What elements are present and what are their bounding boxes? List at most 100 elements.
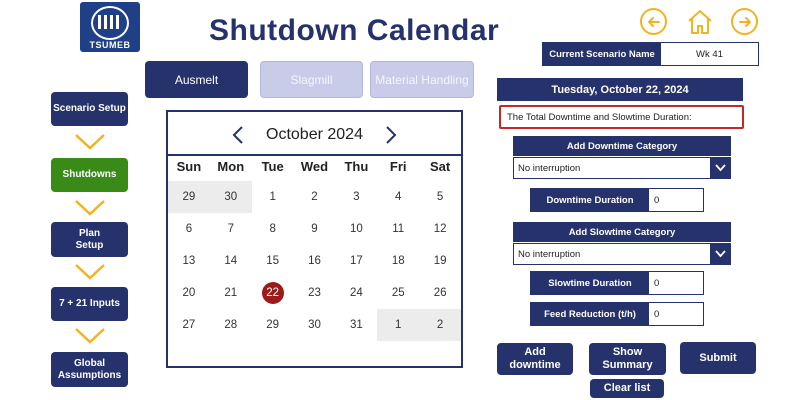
slowtime-category-dropdown[interactable]: No interruption bbox=[513, 243, 731, 265]
chevron-left-icon[interactable] bbox=[228, 124, 248, 146]
tab-slagmill[interactable]: Slagmill bbox=[260, 61, 363, 98]
calendar-day[interactable]: 10 bbox=[335, 213, 377, 245]
calendar-day-number: 30 bbox=[224, 191, 238, 203]
calendar-day[interactable]: 20 bbox=[168, 277, 210, 309]
scenario-name-display: Current Scenario Name Wk 41 bbox=[542, 42, 759, 66]
calendar-day[interactable]: 30 bbox=[209, 181, 252, 213]
calendar-day[interactable]: 18 bbox=[377, 245, 419, 277]
add-downtime-button[interactable]: Add downtime bbox=[497, 343, 573, 375]
calendar-day[interactable]: 30 bbox=[294, 309, 336, 341]
feed-reduction-input[interactable]: 0 bbox=[649, 303, 703, 325]
calendar-day[interactable]: 25 bbox=[377, 277, 419, 309]
calendar-day[interactable]: 7 bbox=[210, 213, 252, 245]
calendar-day-number: 13 bbox=[182, 255, 196, 267]
calendar-day-number: 7 bbox=[227, 223, 234, 235]
calendar-day[interactable]: 1 bbox=[377, 309, 420, 341]
calendar-day-number: 12 bbox=[433, 223, 447, 235]
calendar-day[interactable]: 29 bbox=[252, 309, 294, 341]
calendar-day-number: 2 bbox=[311, 191, 318, 203]
calendar-day-number: 19 bbox=[433, 255, 447, 267]
workflow-plan-setup-button[interactable]: Plan Setup bbox=[51, 222, 128, 257]
calendar-day-number: 6 bbox=[185, 223, 193, 235]
home-icon[interactable] bbox=[686, 8, 714, 36]
calendar-day-number: 27 bbox=[182, 319, 196, 331]
calendar-day-number: 21 bbox=[224, 287, 238, 299]
slowtime-duration-label: Slowtime Duration bbox=[531, 272, 649, 294]
workflow-global-assumptions-button[interactable]: Global Assumptions bbox=[51, 352, 128, 387]
tab-material-handling[interactable]: Material Handling bbox=[370, 61, 474, 98]
chevron-right-icon[interactable] bbox=[381, 124, 401, 146]
chevron-down-icon[interactable] bbox=[710, 158, 730, 178]
calendar-day-number: 20 bbox=[182, 287, 196, 299]
downtime-category-label: Add Downtime Category bbox=[513, 136, 731, 156]
downtime-duration-input[interactable]: 0 bbox=[649, 189, 703, 211]
calendar-day[interactable]: 16 bbox=[294, 245, 336, 277]
calendar-day[interactable]: 4 bbox=[377, 181, 419, 213]
calendar-day[interactable]: 1 bbox=[252, 181, 294, 213]
calendar-header: October 2024 bbox=[168, 122, 461, 148]
submit-button[interactable]: Submit bbox=[680, 342, 756, 374]
calendar-day[interactable]: 26 bbox=[419, 277, 461, 309]
calendar-day-number: 1 bbox=[269, 191, 276, 203]
calendar-day-number: 10 bbox=[349, 223, 363, 235]
calendar-day[interactable]: 13 bbox=[168, 245, 210, 277]
calendar-day-number: 5 bbox=[436, 191, 444, 203]
calendar-week-row: 27 28 29 30 31 1 2 bbox=[168, 309, 462, 341]
calendar-day[interactable]: 19 bbox=[419, 245, 461, 277]
downtime-duration-field: Downtime Duration 0 bbox=[530, 188, 704, 212]
calendar-day-selected[interactable]: 22 bbox=[252, 277, 294, 309]
weekday-label: Mon bbox=[217, 159, 245, 174]
calendar-day[interactable]: 15 bbox=[252, 245, 294, 277]
calendar-day[interactable]: 2 bbox=[419, 309, 462, 341]
calendar-day-number: 31 bbox=[349, 319, 363, 331]
calendar-day-number: 26 bbox=[433, 287, 447, 299]
calendar-grid: 29 30 1 2 3 4 5 6 7 8 9 10 11 12 13 14 15 16 17 18 19 20 21 22 2… bbox=[168, 181, 462, 341]
calendar-day[interactable]: 9 bbox=[294, 213, 336, 245]
weekday-label: Tue bbox=[261, 159, 284, 174]
calendar-day[interactable]: 5 bbox=[419, 181, 461, 213]
calendar-day[interactable]: 21 bbox=[210, 277, 252, 309]
calendar-day[interactable]: 27 bbox=[168, 309, 210, 341]
calendar-day[interactable]: 24 bbox=[335, 277, 377, 309]
calendar-month-label: October 2024 bbox=[266, 126, 363, 143]
calendar-day[interactable]: 6 bbox=[168, 213, 210, 245]
arrow-left-icon[interactable] bbox=[640, 8, 667, 35]
workflow-7-21-inputs-button[interactable]: 7 + 21 Inputs bbox=[51, 287, 128, 321]
logo-text: TSUMEB bbox=[89, 40, 131, 50]
calendar-day-number: 15 bbox=[266, 255, 280, 267]
clear-list-button[interactable]: Clear list bbox=[590, 379, 664, 398]
calendar-day[interactable]: 17 bbox=[335, 245, 377, 277]
calendar-day[interactable]: 23 bbox=[294, 277, 336, 309]
calendar-day[interactable]: 14 bbox=[210, 245, 252, 277]
chevron-down-icon bbox=[75, 264, 105, 280]
calendar-day[interactable]: 3 bbox=[335, 181, 377, 213]
calendar-day[interactable]: 11 bbox=[377, 213, 419, 245]
calendar: October 2024 Sun Mon Tue Wed Thu Fri Sat 29 30 1… bbox=[166, 110, 463, 368]
calendar-day-number: 11 bbox=[392, 223, 405, 235]
downtime-duration-label: Downtime Duration bbox=[531, 189, 649, 211]
arrow-right-icon[interactable] bbox=[731, 8, 758, 35]
tsumeb-logo: TSUMEB bbox=[80, 2, 140, 52]
slowtime-duration-input[interactable]: 0 bbox=[649, 272, 703, 294]
workflow-scenario-setup-button[interactable]: Scenario Setup bbox=[51, 92, 128, 126]
calendar-day[interactable]: 29 bbox=[168, 181, 210, 213]
calendar-day[interactable]: 2 bbox=[294, 181, 336, 213]
calendar-day[interactable]: 8 bbox=[252, 213, 294, 245]
calendar-day[interactable]: 31 bbox=[335, 309, 377, 341]
scenario-name-value: Wk 41 bbox=[696, 48, 723, 60]
calendar-day[interactable]: 12 bbox=[419, 213, 461, 245]
slowtime-duration-field: Slowtime Duration 0 bbox=[530, 271, 704, 295]
slowtime-category-value: No interruption bbox=[518, 248, 581, 260]
workflow-shutdowns-button[interactable]: Shutdowns bbox=[51, 158, 128, 192]
chevron-down-icon[interactable] bbox=[710, 244, 730, 264]
show-summary-button[interactable]: Show Summary bbox=[589, 343, 666, 375]
calendar-week-row: 29 30 1 2 3 4 5 bbox=[168, 181, 461, 213]
calendar-day[interactable]: 28 bbox=[210, 309, 252, 341]
tab-ausmelt[interactable]: Ausmelt bbox=[145, 61, 248, 98]
downtime-category-dropdown[interactable]: No interruption bbox=[513, 157, 731, 179]
calendar-day-number: 3 bbox=[353, 191, 360, 203]
calendar-day-number: 28 bbox=[224, 319, 238, 331]
chevron-down-icon bbox=[75, 134, 105, 150]
chevron-down-icon bbox=[75, 328, 105, 344]
selected-date-header: Tuesday, October 22, 2024 bbox=[497, 78, 743, 101]
